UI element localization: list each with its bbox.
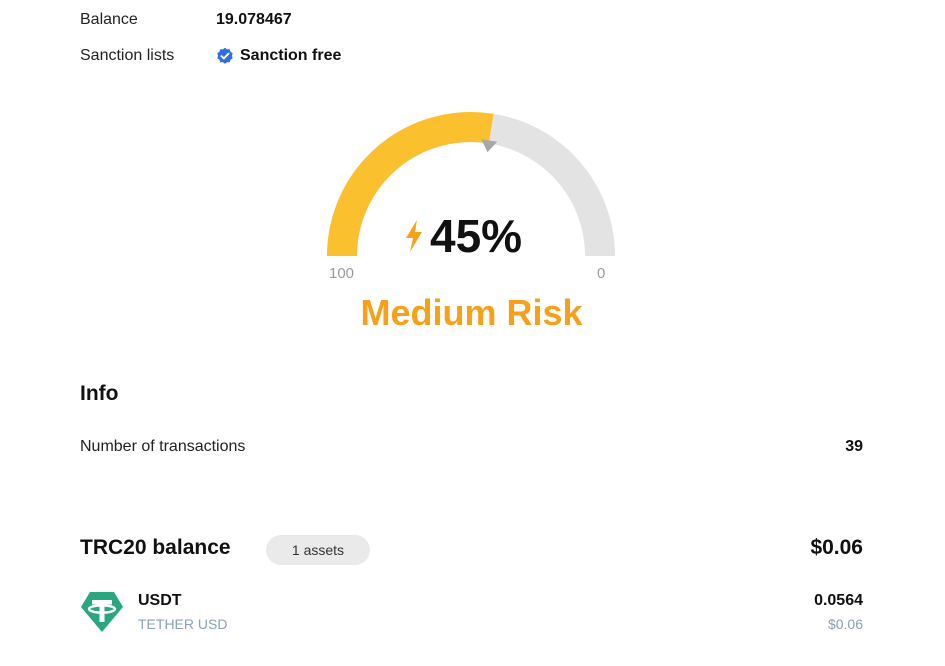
risk-score: 45% [402, 208, 522, 264]
risk-level-label: Medium Risk [360, 292, 583, 333]
gauge-scale-min: 0 [597, 265, 606, 282]
transactions-value: 39 [845, 438, 863, 455]
token-usd-value: $0.06 [827, 616, 863, 632]
token-amount: 0.0564 [814, 592, 863, 609]
transactions-label: Number of transactions [80, 438, 246, 455]
risk-percent: 45% [430, 210, 523, 262]
token-symbol: USDT [138, 592, 182, 609]
lightning-icon [402, 219, 426, 253]
risk-gauge: 100 0 45% Medium Risk [0, 0, 945, 360]
gauge-scale-max: 100 [329, 265, 355, 282]
tether-icon [80, 591, 124, 633]
token-name: TETHER USD [138, 616, 228, 632]
info-section-title: Info [80, 382, 119, 405]
trc20-total-value: $0.06 [810, 536, 863, 559]
trc20-balance-title: TRC20 balance [80, 536, 231, 559]
assets-count-badge[interactable]: 1 assets [266, 535, 370, 565]
